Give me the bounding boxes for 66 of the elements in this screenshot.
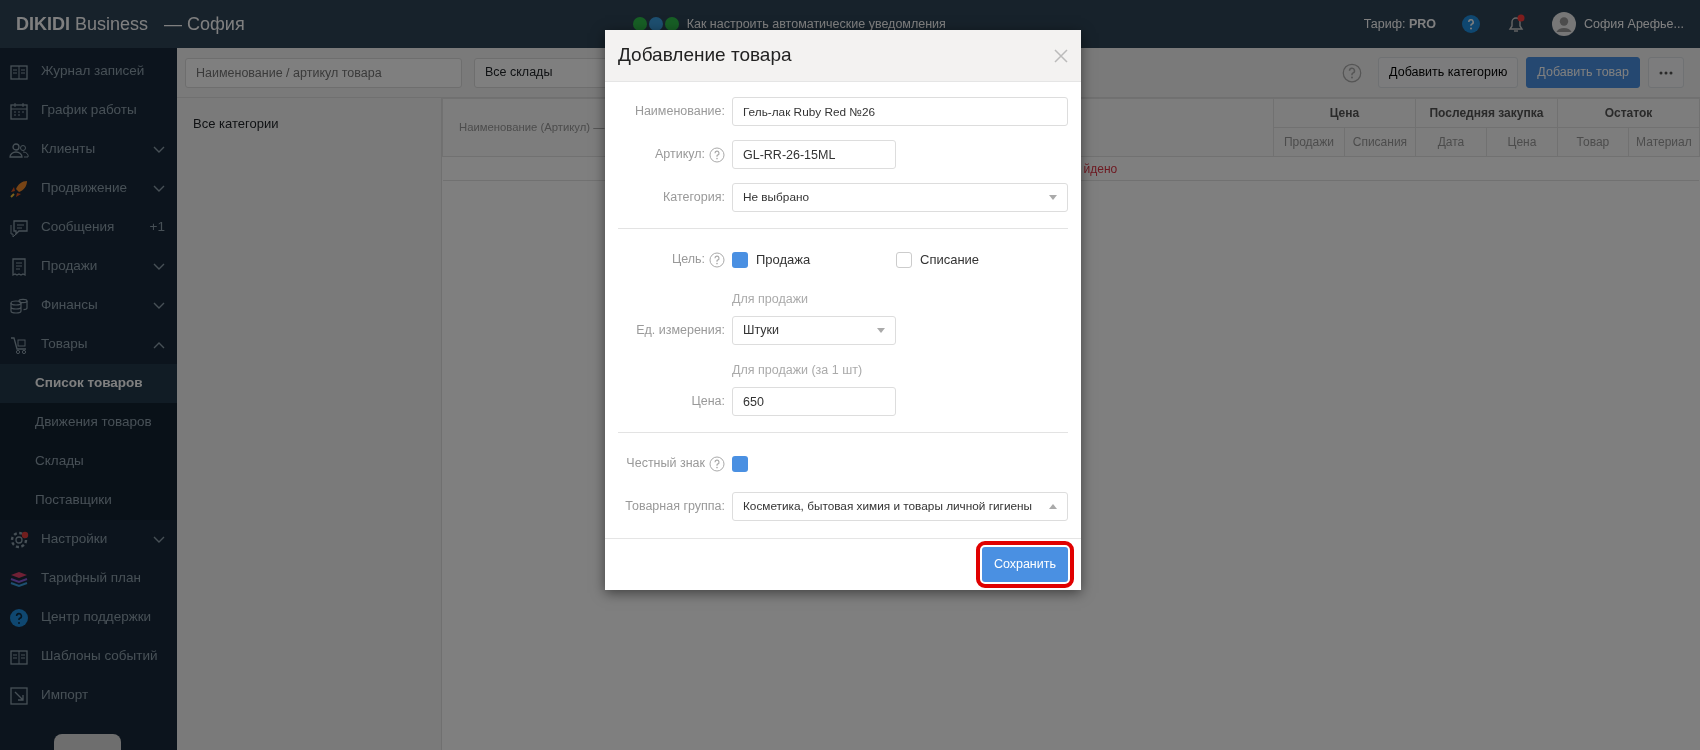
sidebar-item[interactable]: Шаблоны событий <box>0 637 177 676</box>
sidebar-item[interactable]: Импорт <box>0 676 177 715</box>
brand-logo[interactable]: DIKIDI Business <box>16 10 149 38</box>
checkbox-label[interactable]: Продажа <box>756 249 811 270</box>
user-name[interactable]: София Арефье... <box>1584 14 1684 34</box>
checkbox[interactable] <box>732 251 748 268</box>
sidebar-item[interactable]: Товары <box>0 325 177 364</box>
field-label: Категория: <box>663 189 725 207</box>
sidebar-item[interactable]: Тарифный план <box>0 559 177 598</box>
select-field[interactable]: Не выбрано <box>732 183 1068 212</box>
tariff-label: Тариф: PRO <box>1363 15 1437 33</box>
column-header: Цена <box>1273 98 1416 128</box>
checkbox[interactable] <box>896 251 912 268</box>
column-header: Последняя закупка <box>1415 98 1558 128</box>
cart-icon <box>9 334 29 355</box>
hint-text: Для продажи <box>732 291 808 309</box>
toolbar-button[interactable]: Добавить категорию <box>1378 57 1519 88</box>
sidebar-item[interactable]: Продажи <box>0 247 177 286</box>
bell-icon[interactable] <box>1506 14 1527 34</box>
input-field[interactable]: GL-RR-26-15ML <box>732 140 896 169</box>
field-label: Наименование: <box>634 103 725 121</box>
input-field[interactable]: 650 <box>732 387 896 416</box>
category-item[interactable]: Все категории <box>193 114 425 134</box>
field-label: Товарная группа: <box>625 498 725 516</box>
sidebar-item[interactable]: Журнал записей <box>0 52 177 91</box>
sidebar-item[interactable]: Клиенты <box>0 130 177 169</box>
column-header: Остаток <box>1557 98 1700 128</box>
help-icon[interactable] <box>1342 62 1363 83</box>
select-field[interactable]: Косметика, бытовая химия и товары личной гигиены <box>732 492 1068 521</box>
sidebar-item[interactable]: Склады <box>0 442 177 481</box>
rocket-icon <box>9 178 29 199</box>
sidebar-item[interactable]: График работы <box>0 91 177 130</box>
sidebar-item[interactable]: Поставщики <box>0 481 177 520</box>
avatar-icon[interactable] <box>1552 12 1577 36</box>
messenger-icons <box>632 16 679 32</box>
sidebar-item[interactable]: Продвижение <box>0 169 177 208</box>
field-label: Цена: <box>691 393 725 411</box>
hint-text: Для продажи (за 1 шт) <box>732 362 863 380</box>
more-icon <box>1659 70 1673 75</box>
checkbox-label[interactable]: Списание <box>920 249 980 270</box>
select-field[interactable]: Штуки <box>732 316 896 345</box>
search-field[interactable]: Наименование / артикул товара <box>185 57 462 88</box>
close-icon <box>1054 48 1068 63</box>
field-label: Цель: <box>671 251 705 269</box>
import-icon <box>9 685 29 706</box>
chat-icon <box>9 217 29 238</box>
empty-message: йдено <box>1083 161 1118 176</box>
help-link[interactable]: Как настроить автоматические уведомления <box>686 14 946 34</box>
calendar-icon <box>9 100 29 121</box>
help-icon[interactable] <box>1462 15 1481 33</box>
sidebar-item[interactable]: Сообщения +1 <box>0 208 177 247</box>
receipt-icon <box>9 256 29 277</box>
field-label: Честный знак <box>626 455 705 473</box>
toolbar-button[interactable]: Добавить товар <box>1526 57 1640 88</box>
sidebar-item[interactable]: Настройки <box>0 520 177 559</box>
sidebar-item[interactable]: Финансы <box>0 286 177 325</box>
workspace-name: — София <box>164 12 245 36</box>
close-button[interactable] <box>1054 48 1068 63</box>
sidebar-item[interactable]: Движения товаров <box>0 403 177 442</box>
input-field[interactable]: Гель-лак Ruby Red №26 <box>732 97 1068 126</box>
collapse-handle[interactable] <box>54 734 121 750</box>
checkbox[interactable] <box>732 455 748 472</box>
help-icon <box>9 607 29 628</box>
sidebar-item[interactable]: Список товаров <box>0 364 177 403</box>
field-label: Ед. измерения: <box>636 322 725 340</box>
sidebar-item[interactable]: Центр поддержки <box>0 598 177 637</box>
